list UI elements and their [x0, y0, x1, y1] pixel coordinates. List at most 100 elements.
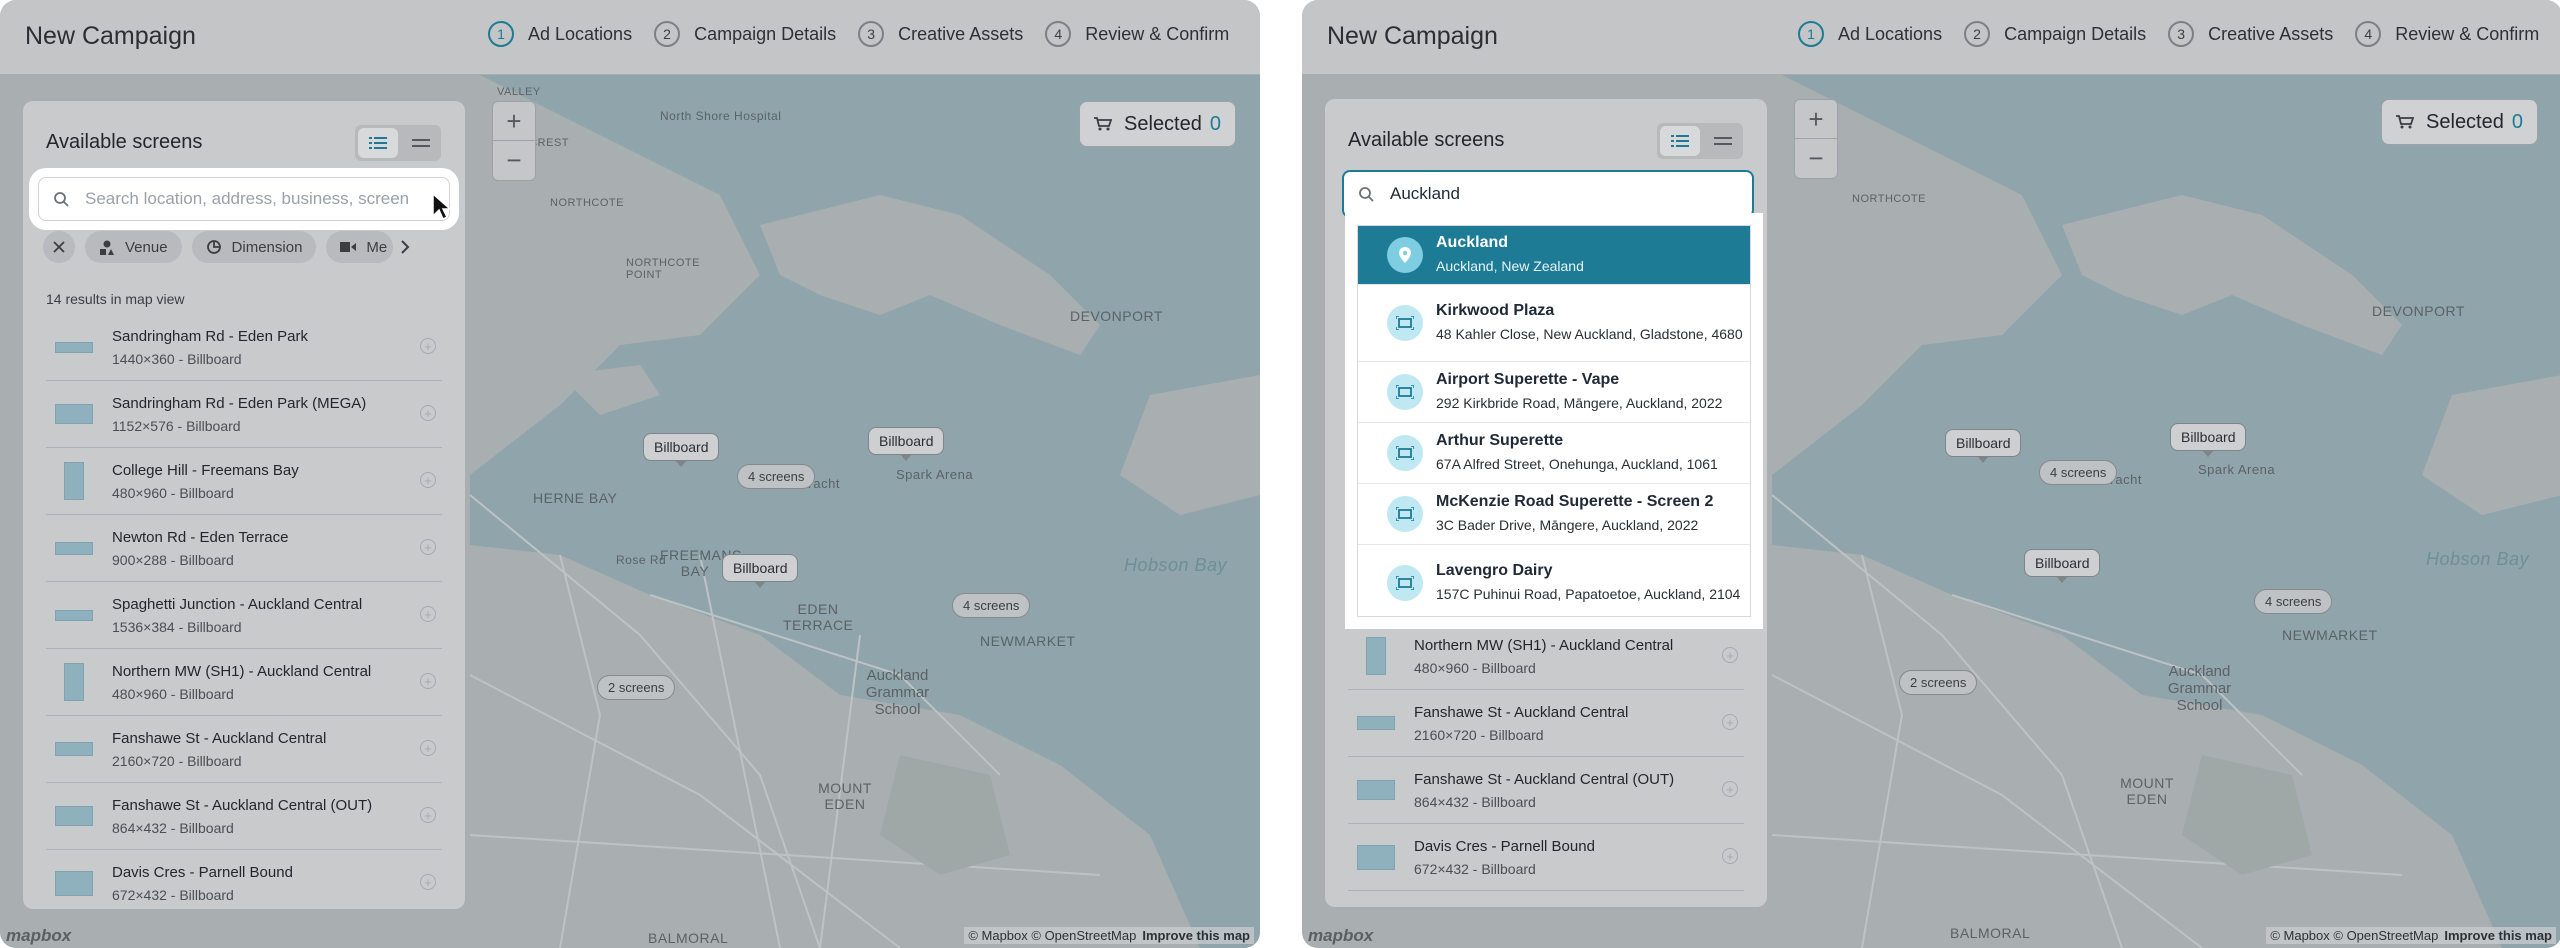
- billboard-pin[interactable]: Billboard: [868, 427, 945, 461]
- list-view-button[interactable]: [1660, 126, 1700, 156]
- add-icon[interactable]: +: [420, 539, 436, 555]
- map-label: Spark Arena: [2198, 462, 2276, 477]
- zoom-in-button[interactable]: +: [493, 102, 535, 141]
- suggestion-item[interactable]: McKenzie Road Superette - Screen 2 3C Bad…: [1358, 484, 1750, 545]
- screen-list-item[interactable]: Northern MW (SH1) - Auckland Central 480×…: [46, 649, 442, 716]
- suggestion-item[interactable]: Auckland Auckland, New Zealand: [1358, 226, 1750, 285]
- billboard-pin[interactable]: Billboard: [1945, 429, 2022, 463]
- add-icon[interactable]: +: [420, 606, 436, 622]
- map-label: Hobson Bay: [1124, 555, 1228, 575]
- screen-list-item[interactable]: Sandringham Rd - Eden Park 1440×360 - Bil…: [46, 314, 442, 381]
- add-icon[interactable]: +: [1722, 714, 1738, 730]
- screen-list-item[interactable]: Fanshawe St - Auckland Central 2160×720 -…: [46, 716, 442, 783]
- search-input[interactable]: [83, 188, 427, 210]
- screen-list-item[interactable]: Fanshawe St - Auckland Central (OUT) 864×…: [1348, 757, 1744, 824]
- screen-list-item[interactable]: Fanshawe St - Auckland Central (OUT) 864×…: [46, 783, 442, 850]
- compact-view-button[interactable]: [1703, 123, 1743, 159]
- map-attribution: © Mapbox © OpenStreetMap Improve this map: [2266, 927, 2556, 944]
- chip-label: Dimension: [231, 238, 303, 256]
- improve-map-link[interactable]: Improve this map: [2444, 928, 2552, 943]
- step-ad-locations[interactable]: 1 Ad Locations: [488, 21, 632, 47]
- media-filter-chip[interactable]: Me: [326, 231, 394, 263]
- step-creative-assets[interactable]: 3 Creative Assets: [858, 21, 1023, 47]
- zoom-out-button[interactable]: −: [1795, 139, 1837, 177]
- screen-icon: [1387, 374, 1423, 410]
- suggestion-item[interactable]: Kirkwood Plaza 48 Kahler Close, New Auckl…: [1358, 285, 1750, 362]
- zoom-in-button[interactable]: +: [1795, 100, 1837, 139]
- add-icon[interactable]: +: [420, 874, 436, 890]
- screen-icon: [1387, 435, 1423, 471]
- screen-specs: 2160×720 - Billboard: [112, 752, 242, 769]
- cluster-marker[interactable]: 4 screens: [2039, 460, 2118, 485]
- billboard-pin[interactable]: Billboard: [2170, 423, 2247, 457]
- suggestion-item[interactable]: Airport Superette - Vape 292 Kirkbride Ro…: [1358, 362, 1750, 423]
- map-label: NEWMARKET: [980, 633, 1076, 649]
- compact-view-button[interactable]: [401, 125, 441, 161]
- dimension-icon: [206, 240, 221, 254]
- map-label: DEVONPORT: [1070, 308, 1163, 324]
- screen-list-item[interactable]: Spaghetti Junction - Auckland Central 153…: [46, 582, 442, 649]
- step-review-confirm[interactable]: 4 Review & Confirm: [1045, 21, 1229, 47]
- clear-filters-button[interactable]: [43, 231, 75, 263]
- suggestion-name: Airport Superette - Vape: [1436, 371, 1620, 388]
- close-icon: [53, 241, 65, 253]
- billboard-pin[interactable]: Billboard: [722, 554, 799, 588]
- billboard-pin[interactable]: Billboard: [2024, 549, 2101, 583]
- billboard-pin[interactable]: Billboard: [643, 433, 720, 467]
- screen-list-item[interactable]: Sandringham Rd - Eden Park (MEGA) 1152×57…: [46, 381, 442, 448]
- add-icon[interactable]: +: [420, 807, 436, 823]
- stepper: 1 Ad Locations 2 Campaign Details 3 Creativ…: [488, 21, 1251, 47]
- screen-icon: [1387, 496, 1423, 532]
- add-icon[interactable]: +: [1722, 647, 1738, 663]
- map-label: DEVONPORT: [2372, 303, 2465, 319]
- map-label: MOUNT EDEN: [2120, 775, 2174, 807]
- location-pin-icon: [1387, 237, 1423, 273]
- cluster-marker[interactable]: 2 screens: [1899, 670, 1978, 695]
- selected-button[interactable]: Selected 0: [1079, 101, 1236, 147]
- add-icon[interactable]: +: [1722, 781, 1738, 797]
- search-box: [38, 177, 450, 221]
- step-campaign-details[interactable]: 2 Campaign Details: [1964, 21, 2146, 47]
- top-bar: New Campaign 1 Ad Locations 2 Campaign Det…: [0, 0, 1260, 75]
- screen-thumbnail: [55, 870, 93, 896]
- screen-list-item[interactable]: Davis Cres - Parnell Bound 672×432 - Bill…: [1348, 824, 1744, 891]
- view-toggle: [1657, 123, 1743, 159]
- screen-list-item[interactable]: Northern MW (SH1) - Auckland Central 480×…: [1348, 623, 1744, 690]
- list-view-button[interactable]: [358, 128, 398, 158]
- screen-specs: 864×432 - Billboard: [112, 819, 234, 836]
- venue-filter-chip[interactable]: Venue: [85, 231, 182, 263]
- cluster-marker[interactable]: 4 screens: [737, 464, 816, 489]
- selected-button[interactable]: Selected 0: [2381, 99, 2538, 145]
- add-icon[interactable]: +: [420, 740, 436, 756]
- screen-list-item[interactable]: Fanshawe St - Auckland Central 2160×720 -…: [1348, 690, 1744, 757]
- step-creative-assets[interactable]: 3 Creative Assets: [2168, 21, 2333, 47]
- chips-scroll-right[interactable]: [393, 231, 417, 263]
- step-campaign-details[interactable]: 2 Campaign Details: [654, 21, 836, 47]
- cluster-marker[interactable]: 4 screens: [2254, 589, 2333, 614]
- cluster-marker[interactable]: 4 screens: [952, 593, 1031, 618]
- add-icon[interactable]: +: [420, 673, 436, 689]
- screen-thumbnail: [55, 341, 93, 353]
- step-review-confirm[interactable]: 4 Review & Confirm: [2355, 21, 2539, 47]
- screen-list-item[interactable]: Newton Rd - Eden Terrace 900×288 - Billbo…: [46, 515, 442, 582]
- step-number: 1: [1798, 21, 1824, 47]
- add-icon[interactable]: +: [1722, 848, 1738, 864]
- map-label: Hobson Bay: [2426, 549, 2530, 569]
- screen-list-item[interactable]: Davis Cres - Parnell Bound 672×432 - Bill…: [46, 850, 442, 909]
- zoom-out-button[interactable]: −: [493, 141, 535, 179]
- add-icon[interactable]: +: [420, 338, 436, 354]
- filter-chips: Venue Dimension Me: [43, 231, 417, 263]
- screen-name: Northern MW (SH1) - Auckland Central: [1414, 636, 1674, 654]
- add-icon[interactable]: +: [420, 405, 436, 421]
- screen-thumbnail: [55, 609, 93, 621]
- suggestion-item[interactable]: Arthur Superette 67A Alfred Street, Onehu…: [1358, 423, 1750, 484]
- search-input[interactable]: [1388, 183, 1732, 205]
- add-icon[interactable]: +: [420, 472, 436, 488]
- improve-map-link[interactable]: Improve this map: [1142, 928, 1250, 943]
- cluster-marker[interactable]: 2 screens: [597, 675, 676, 700]
- suggestion-item[interactable]: Lavengro Dairy 157C Puhinui Road, Papatoe…: [1358, 545, 1750, 621]
- map-label: BALMORAL: [1950, 925, 2031, 941]
- screen-list-item[interactable]: College Hill - Freemans Bay 480×960 - Bil…: [46, 448, 442, 515]
- step-ad-locations[interactable]: 1 Ad Locations: [1798, 21, 1942, 47]
- dimension-filter-chip[interactable]: Dimension: [191, 231, 317, 263]
